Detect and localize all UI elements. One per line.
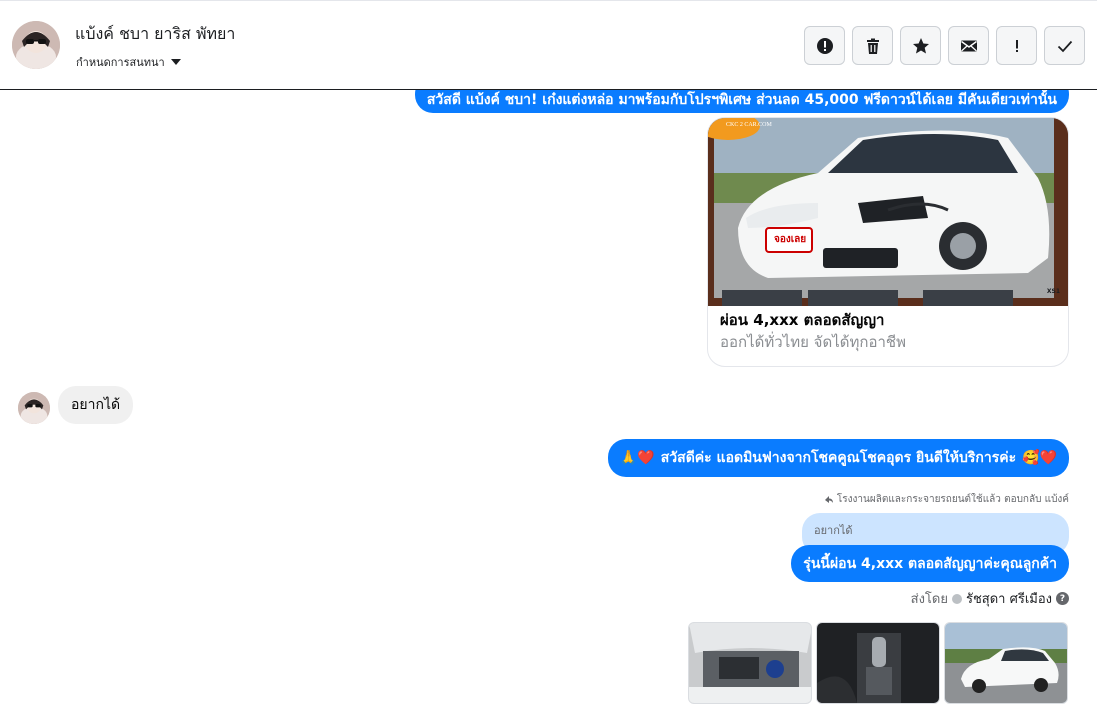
- reply-context: โรงงานผลิตและกระจายรถยนต์ใช้แล้ว ตอบกลับ…: [824, 492, 1069, 507]
- photo-thumbnail-gearshift[interactable]: [816, 622, 940, 704]
- message-text: สวัสดีค่ะ แอดมินฟางจากโชคคูณโชคอุดร ยินด…: [660, 450, 1017, 466]
- exclamation-icon: [1015, 39, 1018, 52]
- product-badge: จองเลย: [774, 234, 807, 245]
- sent-by-label: ส่งโดย: [910, 592, 948, 607]
- photo-thumbnail-engine[interactable]: [688, 622, 812, 704]
- mark-unread-button[interactable]: [948, 26, 989, 65]
- verified-icon: [951, 593, 962, 604]
- conversation-header: แบ้งค์ ชบา ยาริส พัทยา กำหนดการสนทนา: [0, 0, 1097, 90]
- quoted-text: อยากได้: [814, 524, 853, 537]
- help-icon[interactable]: ?: [1056, 592, 1069, 605]
- trash-icon: [866, 38, 879, 54]
- alert-circle-icon: [816, 37, 833, 54]
- contact-name: แบ้งค์ ชบา ยาริส พัทยา: [75, 24, 236, 43]
- message-text: รุ่นนี้ผ่อน 4,xxx ตลอดสัญญาค่ะคุณลูกค้า: [803, 555, 1057, 572]
- envelope-icon: [960, 40, 977, 51]
- report-button[interactable]: [804, 26, 845, 65]
- emoji-pray-heart: 🙏❤️: [619, 450, 655, 466]
- outgoing-message-welcome[interactable]: 🙏❤️ สวัสดีค่ะ แอดมินฟางจากโชคคูณโชคอุดร …: [607, 439, 1069, 477]
- sent-by-info: ส่งโดย รัชสุดา ศรีเมือง ?: [911, 588, 1069, 609]
- reply-context-text: โรงงานผลิตและกระจายรถยนต์ใช้แล้ว ตอบกลับ…: [836, 494, 1069, 505]
- star-icon: [912, 37, 929, 53]
- customer-avatar[interactable]: [18, 392, 50, 424]
- header-actions: [804, 26, 1085, 65]
- schedule-label: กำหนดการสนทนา: [76, 56, 165, 69]
- outgoing-message-reply[interactable]: รุ่นนี้ผ่อน 4,xxx ตลอดสัญญาค่ะคุณลูกค้า: [791, 545, 1069, 582]
- incoming-message[interactable]: อยากได้: [58, 386, 134, 424]
- star-button[interactable]: [900, 26, 941, 65]
- message-text: อยากได้: [71, 397, 121, 413]
- image-tag: XS1: [1046, 288, 1060, 295]
- message-text: สวัสดี แบ้งค์ ชบา! เก๋งแต่งหล่อ มาพร้อมก…: [426, 91, 1057, 108]
- product-card[interactable]: จองเลย CKC 2 CAR.COM XS1 ผ่อน 4,xxx ตลอด…: [707, 117, 1069, 367]
- important-button[interactable]: [996, 26, 1037, 65]
- caret-down-icon: [170, 59, 181, 65]
- done-button[interactable]: [1044, 26, 1085, 65]
- contact-avatar[interactable]: [12, 21, 60, 69]
- product-image[interactable]: จองเลย CKC 2 CAR.COM XS1: [708, 118, 1068, 306]
- outgoing-message[interactable]: สวัสดี แบ้งค์ ชบา! เก๋งแต่งหล่อ มาพร้อมก…: [414, 90, 1069, 113]
- reply-arrow-icon: [824, 496, 833, 503]
- product-subtitle: ออกได้ทั่วไทย จัดได้ทุกอาชีพ: [720, 333, 906, 351]
- conversation-schedule-dropdown[interactable]: กำหนดการสนทนา: [76, 53, 181, 71]
- brand-logo: CKC 2 CAR.COM: [726, 122, 772, 128]
- photo-thumbnail-exterior[interactable]: [944, 622, 1068, 704]
- check-icon: [1057, 40, 1072, 52]
- message-thread[interactable]: สวัสดี แบ้งค์ ชบา! เก๋งแต่งหล่อ มาพร้อมก…: [0, 90, 1097, 715]
- delete-button[interactable]: [852, 26, 893, 65]
- sender-name[interactable]: รัชสุดา ศรีเมือง: [966, 588, 1052, 609]
- emoji-love-heart: 🥰❤️: [1022, 450, 1057, 466]
- product-title: ผ่อน 4,xxx ตลอดสัญญา: [720, 311, 885, 329]
